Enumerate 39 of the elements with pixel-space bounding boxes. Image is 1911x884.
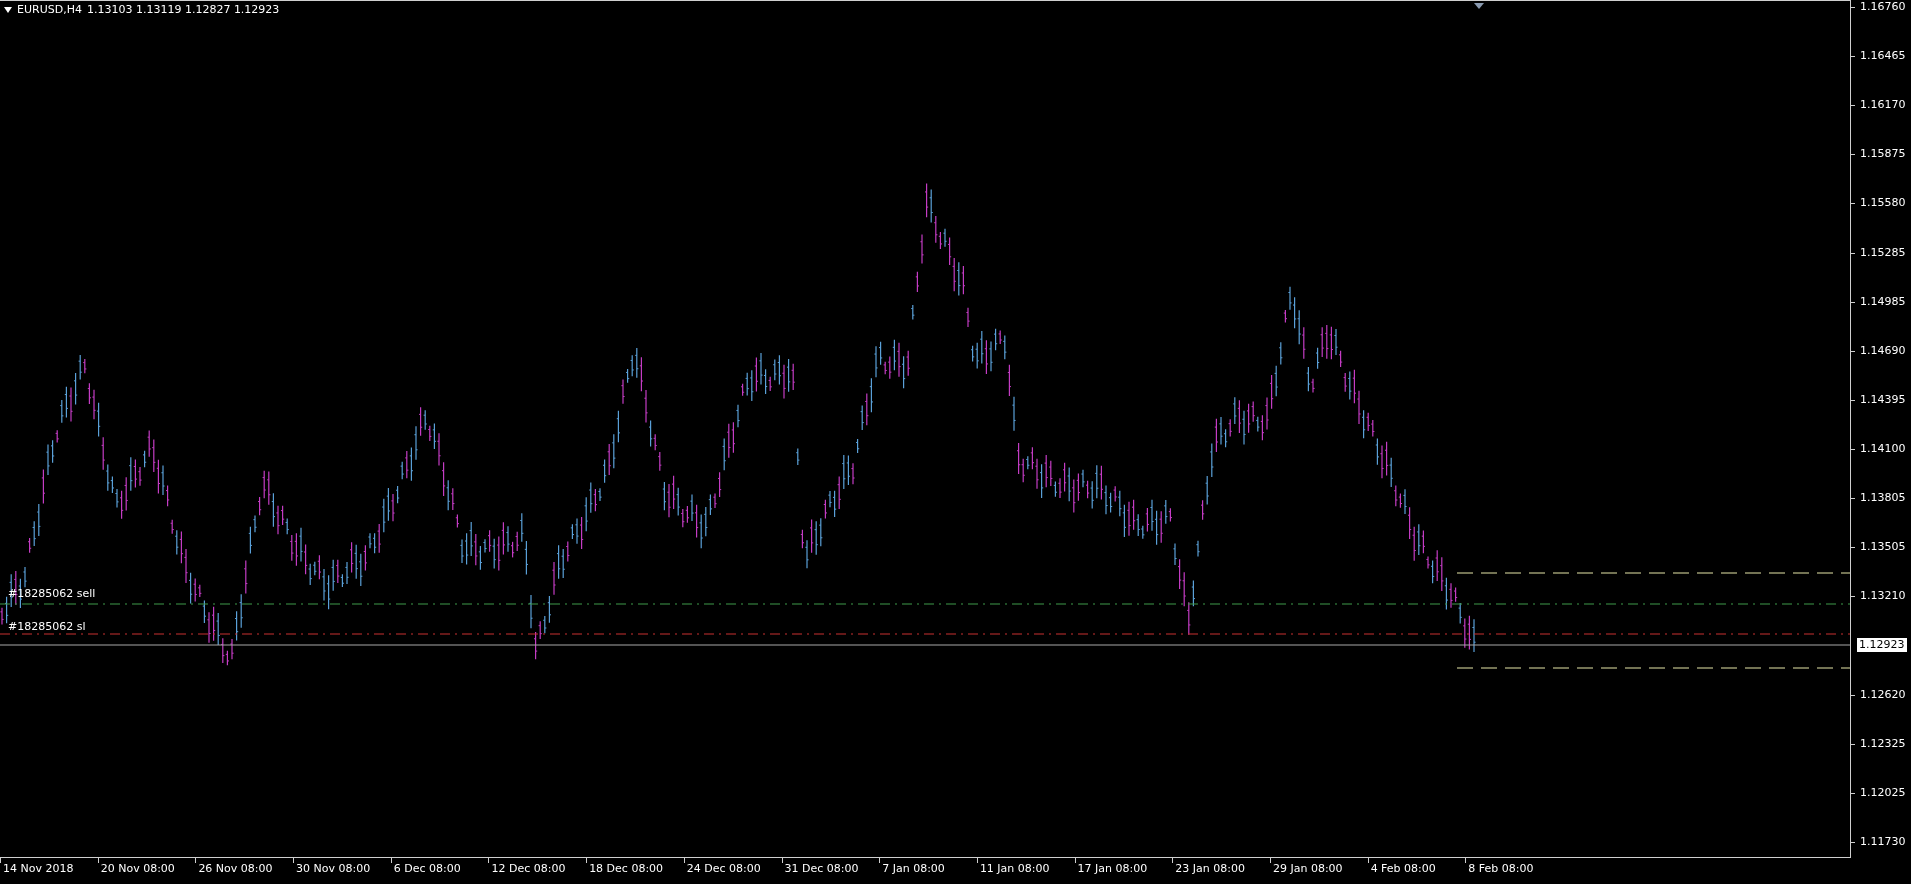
time-label: 20 Nov 08:00	[97, 858, 196, 884]
time-label: 11 Jan 08:00	[976, 858, 1075, 884]
time-label: 29 Jan 08:00	[1269, 858, 1368, 884]
time-label: 7 Jan 08:00	[879, 858, 977, 884]
price-label: 1.14690	[1851, 343, 1911, 358]
price-label: 1.12620	[1851, 687, 1911, 702]
symbol-label: EURUSD,H4	[17, 3, 82, 16]
order-label: #18285062 sl	[8, 620, 86, 633]
triangle-marker-icon	[1474, 3, 1484, 9]
time-label: 8 Feb 08:00	[1465, 858, 1563, 884]
time-label: 31 Dec 08:00	[781, 858, 880, 884]
price-label: 1.12325	[1851, 736, 1911, 751]
price-label: 1.14100	[1851, 442, 1911, 456]
price-label: 1.16170	[1851, 98, 1911, 113]
dropdown-triangle-icon[interactable]	[4, 6, 12, 13]
time-label: 18 Dec 08:00	[586, 858, 684, 884]
time-label: 26 Nov 08:00	[195, 858, 294, 884]
price-label: 1.13210	[1851, 589, 1911, 604]
time-label: 24 Dec 08:00	[683, 858, 782, 884]
ohlc-values: 1.13103 1.13119 1.12827 1.12923	[86, 3, 280, 16]
time-label: 4 Feb 08:00	[1367, 858, 1466, 884]
time-label: 6 Dec 08:00	[390, 858, 489, 884]
time-label: 17 Jan 08:00	[1074, 858, 1173, 884]
current-price-label: 1.12923	[1857, 638, 1907, 653]
price-label: 1.16465	[1851, 49, 1911, 64]
time-label: 23 Jan 08:00	[1172, 858, 1270, 884]
time-label: 12 Dec 08:00	[488, 858, 587, 884]
price-label: 1.15875	[1851, 147, 1911, 162]
price-label: 1.13805	[1851, 491, 1911, 506]
time-label: 14 Nov 2018	[0, 858, 98, 884]
time-label: 30 Nov 08:00	[293, 858, 391, 884]
price-label: 1.15285	[1851, 245, 1911, 260]
price-label: 1.14985	[1851, 294, 1911, 309]
price-label: 1.14395	[1851, 392, 1911, 407]
price-label: 1.12025	[1851, 785, 1911, 800]
price-label: 1.16760	[1851, 0, 1911, 14]
price-label: 1.15580	[1851, 196, 1911, 211]
price-label: 1.13505	[1851, 540, 1911, 555]
price-label: 1.11730	[1851, 834, 1911, 849]
